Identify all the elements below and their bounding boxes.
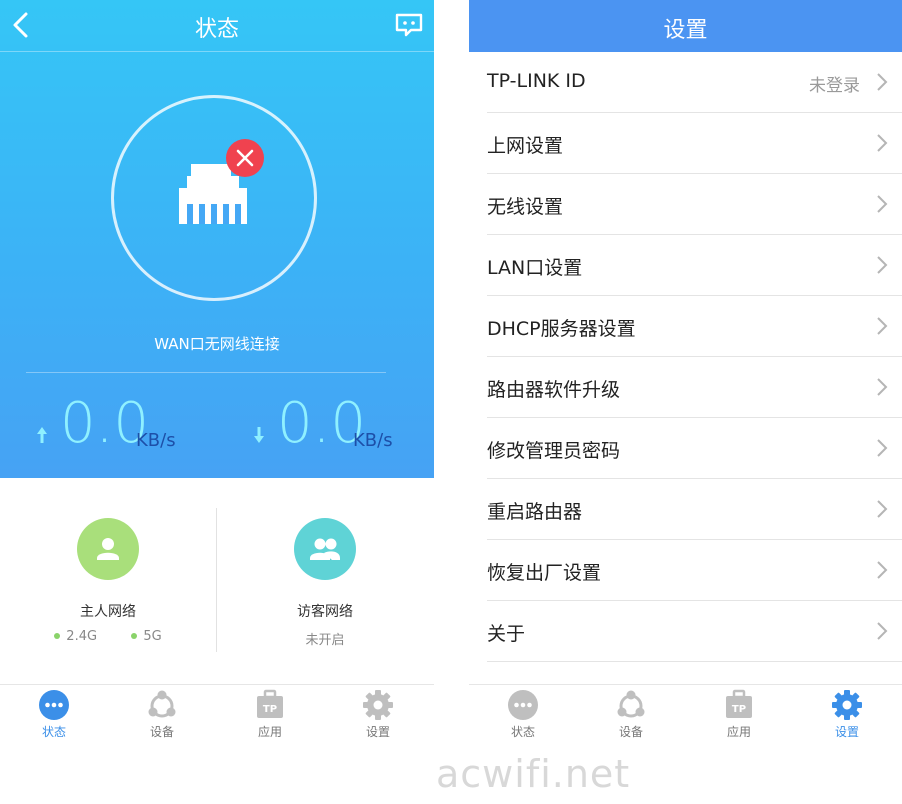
guest-network-card[interactable]: 访客网络 未开启	[235, 518, 415, 648]
login-status: 未登录	[809, 76, 860, 96]
tab-apps[interactable]: TP 应用	[240, 689, 300, 740]
gear-icon	[832, 690, 862, 720]
settings-item-label: 关于	[487, 623, 526, 645]
disconnected-badge-icon	[226, 139, 264, 177]
settings-item-label: LAN口设置	[487, 257, 583, 279]
guest-network-icon	[294, 518, 356, 580]
tab-status[interactable]: 状态	[493, 689, 553, 740]
settings-header: 设置	[469, 0, 902, 52]
status-dots-icon	[508, 690, 538, 720]
settings-item-factory-reset[interactable]: 恢复出厂设置	[487, 540, 902, 601]
settings-item-lan[interactable]: LAN口设置	[487, 235, 902, 296]
host-network-bands: 2.4G 5G	[18, 629, 198, 644]
settings-item-label: DHCP服务器设置	[487, 318, 636, 340]
settings-item-label: TP-LINK ID	[487, 70, 586, 92]
wan-status-text: WAN口无网线连接	[154, 335, 280, 353]
tab-label: 设备	[149, 725, 174, 739]
settings-item-admin-password[interactable]: 修改管理员密码	[487, 418, 902, 479]
band-dot	[54, 632, 61, 639]
download-arrow-icon	[254, 427, 264, 443]
download-speed: 0.0 KB/s	[253, 394, 433, 454]
chevron-right-icon	[877, 500, 888, 518]
guest-network-status: 未开启	[305, 633, 345, 648]
apps-tp-icon: TP	[257, 689, 283, 718]
network-cards: 主人网络 2.4G 5G 访客网络 未开启	[0, 478, 434, 684]
status-dots-icon	[39, 690, 69, 720]
tab-settings[interactable]: 设置	[817, 689, 877, 740]
settings-item-firmware-upgrade[interactable]: 路由器软件升级	[487, 357, 902, 418]
status-hero: 状态 WAN口无网线连接 0.0 KB/s 0.0 KB/s	[0, 0, 434, 478]
tab-status[interactable]: 状态	[24, 689, 84, 740]
chevron-right-icon	[877, 256, 888, 274]
settings-item-tplink-id[interactable]: TP-LINK ID 未登录	[487, 52, 902, 113]
status-top-bar: 状态	[0, 0, 434, 52]
chevron-right-icon	[877, 73, 888, 91]
tab-label: 状态	[41, 725, 66, 739]
bottom-tab-bar: 状态 设备 TP 应用 设置	[469, 684, 902, 745]
settings-item-label: 修改管理员密码	[487, 440, 621, 462]
settings-item-dhcp[interactable]: DHCP服务器设置	[487, 296, 902, 357]
devices-icon	[617, 690, 645, 718]
tab-devices[interactable]: 设备	[601, 689, 661, 740]
page-title: 设置	[663, 18, 708, 43]
upload-unit: KB/s	[136, 430, 176, 451]
tab-label: 设备	[618, 725, 643, 739]
download-unit: KB/s	[353, 430, 393, 451]
bottom-tab-bar: 状态 设备 TP 应用 设置	[0, 684, 434, 745]
settings-item-label: 无线设置	[487, 196, 564, 218]
chevron-right-icon	[877, 195, 888, 213]
tab-label: 设置	[365, 725, 390, 739]
watermark: acwifi.net	[436, 752, 631, 796]
page-title: 状态	[194, 17, 239, 42]
settings-item-label: 恢复出厂设置	[487, 562, 602, 584]
divider	[26, 372, 386, 373]
chevron-right-icon	[877, 317, 888, 335]
tab-label: 应用	[726, 725, 751, 739]
host-network-icon	[77, 518, 139, 580]
tab-settings[interactable]: 设置	[348, 689, 408, 740]
tab-label: 状态	[510, 725, 535, 739]
tab-apps[interactable]: TP 应用	[709, 689, 769, 740]
settings-item-label: 上网设置	[487, 135, 564, 157]
chevron-right-icon	[877, 622, 888, 640]
tab-devices[interactable]: 设备	[132, 689, 192, 740]
devices-icon	[148, 690, 176, 718]
settings-item-label: 路由器软件升级	[487, 379, 621, 401]
tab-label: 应用	[257, 725, 282, 739]
host-network-card[interactable]: 主人网络 2.4G 5G	[18, 518, 198, 644]
chevron-right-icon	[877, 561, 888, 579]
apps-tp-icon: TP	[726, 689, 752, 718]
host-network-name: 主人网络	[80, 604, 136, 620]
chevron-right-icon	[877, 134, 888, 152]
settings-list: TP-LINK ID 未登录 上网设置 无线设置 LAN口设置 DHCP服务器设…	[469, 52, 902, 662]
upload-speed: 0.0 KB/s	[36, 394, 216, 454]
chevron-right-icon	[877, 378, 888, 396]
tab-label: 设置	[834, 725, 859, 739]
settings-item-wireless[interactable]: 无线设置	[487, 174, 902, 235]
svg-text:TP: TP	[263, 704, 277, 715]
settings-item-reboot[interactable]: 重启路由器	[487, 479, 902, 540]
band-24g: 2.4G	[66, 629, 98, 644]
band-5g: 5G	[143, 629, 162, 644]
gear-icon	[363, 690, 393, 720]
settings-item-internet[interactable]: 上网设置	[487, 113, 902, 174]
svg-text:TP: TP	[732, 704, 746, 715]
status-screen: 状态 WAN口无网线连接 0.0 KB/s 0.0 KB/s 主人网络 2.4G…	[0, 0, 434, 804]
upload-arrow-icon	[37, 427, 47, 443]
settings-item-about[interactable]: 关于	[487, 601, 902, 662]
band-dot	[131, 632, 138, 639]
chevron-right-icon	[877, 439, 888, 457]
guest-network-name: 访客网络	[297, 604, 353, 620]
settings-screen: 设置 TP-LINK ID 未登录 上网设置 无线设置 LAN口设置 DHCP服…	[469, 0, 902, 804]
message-icon[interactable]	[394, 12, 424, 38]
settings-item-label: 重启路由器	[487, 501, 583, 523]
card-divider	[216, 508, 217, 652]
